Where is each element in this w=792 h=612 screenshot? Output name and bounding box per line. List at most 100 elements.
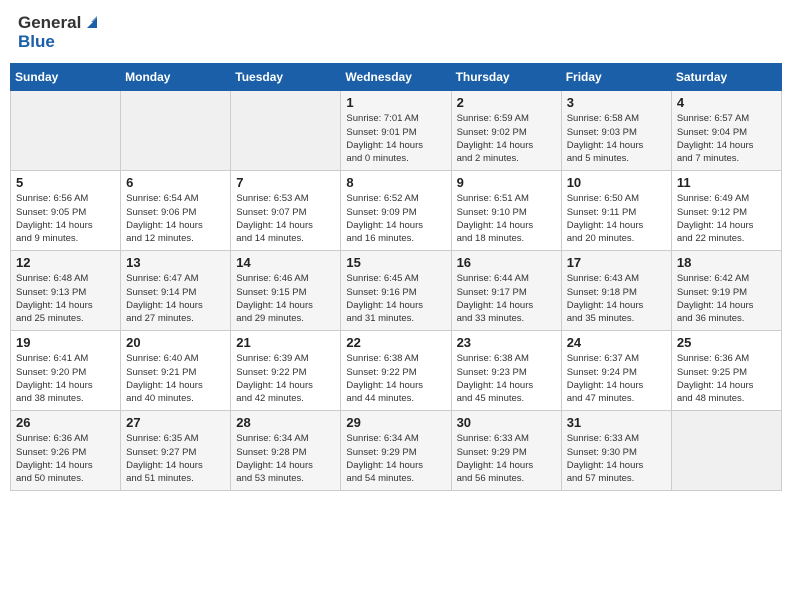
day-info: Sunrise: 6:49 AMSunset: 9:12 PMDaylight:…	[677, 192, 776, 245]
day-info: Sunrise: 6:38 AMSunset: 9:23 PMDaylight:…	[457, 352, 556, 405]
day-info: Sunrise: 6:37 AMSunset: 9:24 PMDaylight:…	[567, 352, 666, 405]
day-header-monday: Monday	[121, 64, 231, 91]
day-number: 21	[236, 335, 335, 350]
calendar-cell: 1 Sunrise: 7:01 AMSunset: 9:01 PMDaylight…	[341, 91, 451, 171]
day-info: Sunrise: 6:54 AMSunset: 9:06 PMDaylight:…	[126, 192, 225, 245]
calendar-cell: 22Sunrise: 6:38 AMSunset: 9:22 PMDayligh…	[341, 331, 451, 411]
calendar-cell: 31 Sunrise: 6:33 AMSunset: 9:30 PMDayligh…	[561, 411, 671, 491]
calendar-cell	[671, 411, 781, 491]
day-number: 23	[457, 335, 556, 350]
day-number: 5	[16, 175, 115, 190]
day-number: 1	[346, 95, 445, 110]
calendar-cell: 27Sunrise: 6:35 AMSunset: 9:27 PMDayligh…	[121, 411, 231, 491]
day-info: Sunrise: 6:47 AMSunset: 9:14 PMDaylight:…	[126, 272, 225, 325]
calendar-cell: 21 Sunrise: 6:39 AMSunset: 9:22 PMDayligh…	[231, 331, 341, 411]
calendar-cell: 20 Sunrise: 6:40 AMSunset: 9:21 PMDayligh…	[121, 331, 231, 411]
logo-text: General Blue	[18, 14, 101, 51]
calendar-cell: 24 Sunrise: 6:37 AMSunset: 9:24 PMDayligh…	[561, 331, 671, 411]
day-info: Sunrise: 6:33 AMSunset: 9:29 PMDaylight:…	[457, 432, 556, 485]
day-number: 20	[126, 335, 225, 350]
logo-triangle-icon	[83, 14, 101, 32]
day-info: Sunrise: 6:36 AMSunset: 9:26 PMDaylight:…	[16, 432, 115, 485]
day-number: 2	[457, 95, 556, 110]
calendar-cell: 18 Sunrise: 6:42 AMSunset: 9:19 PMDayligh…	[671, 251, 781, 331]
calendar-cell: 19Sunrise: 6:41 AMSunset: 9:20 PMDayligh…	[11, 331, 121, 411]
day-info: Sunrise: 6:42 AMSunset: 9:19 PMDaylight:…	[677, 272, 776, 325]
day-number: 24	[567, 335, 666, 350]
day-number: 12	[16, 255, 115, 270]
day-header-friday: Friday	[561, 64, 671, 91]
day-info: Sunrise: 6:46 AMSunset: 9:15 PMDaylight:…	[236, 272, 335, 325]
calendar-cell: 10 Sunrise: 6:50 AMSunset: 9:11 PMDayligh…	[561, 171, 671, 251]
day-info: Sunrise: 6:56 AMSunset: 9:05 PMDaylight:…	[16, 192, 115, 245]
calendar-cell: 7Sunrise: 6:53 AMSunset: 9:07 PMDaylight…	[231, 171, 341, 251]
day-info: Sunrise: 6:39 AMSunset: 9:22 PMDaylight:…	[236, 352, 335, 405]
day-info: Sunrise: 6:36 AMSunset: 9:25 PMDaylight:…	[677, 352, 776, 405]
day-number: 8	[346, 175, 445, 190]
day-number: 17	[567, 255, 666, 270]
day-header-wednesday: Wednesday	[341, 64, 451, 91]
calendar-cell: 11 Sunrise: 6:49 AMSunset: 9:12 PMDayligh…	[671, 171, 781, 251]
day-number: 27	[126, 415, 225, 430]
day-number: 28	[236, 415, 335, 430]
calendar-cell: 12 Sunrise: 6:48 AMSunset: 9:13 PMDayligh…	[11, 251, 121, 331]
calendar-cell: 15 Sunrise: 6:45 AMSunset: 9:16 PMDayligh…	[341, 251, 451, 331]
logo: General Blue	[18, 14, 101, 51]
day-number: 3	[567, 95, 666, 110]
day-number: 16	[457, 255, 556, 270]
day-header-tuesday: Tuesday	[231, 64, 341, 91]
day-info: Sunrise: 6:33 AMSunset: 9:30 PMDaylight:…	[567, 432, 666, 485]
day-number: 4	[677, 95, 776, 110]
day-info: Sunrise: 6:50 AMSunset: 9:11 PMDaylight:…	[567, 192, 666, 245]
day-number: 25	[677, 335, 776, 350]
day-info: Sunrise: 6:48 AMSunset: 9:13 PMDaylight:…	[16, 272, 115, 325]
day-number: 26	[16, 415, 115, 430]
day-number: 13	[126, 255, 225, 270]
calendar-header-row: SundayMondayTuesdayWednesdayThursdayFrid…	[11, 64, 782, 91]
calendar-cell: 13 Sunrise: 6:47 AMSunset: 9:14 PMDayligh…	[121, 251, 231, 331]
calendar-cell: 14 Sunrise: 6:46 AMSunset: 9:15 PMDayligh…	[231, 251, 341, 331]
day-info: Sunrise: 6:34 AMSunset: 9:28 PMDaylight:…	[236, 432, 335, 485]
day-info: Sunrise: 6:53 AMSunset: 9:07 PMDaylight:…	[236, 192, 335, 245]
calendar-week-row: 19Sunrise: 6:41 AMSunset: 9:20 PMDayligh…	[11, 331, 782, 411]
day-info: Sunrise: 7:01 AMSunset: 9:01 PMDaylight:…	[346, 112, 445, 165]
day-info: Sunrise: 6:41 AMSunset: 9:20 PMDaylight:…	[16, 352, 115, 405]
calendar-week-row: 1 Sunrise: 7:01 AMSunset: 9:01 PMDaylight…	[11, 91, 782, 171]
calendar-cell	[231, 91, 341, 171]
day-info: Sunrise: 6:44 AMSunset: 9:17 PMDaylight:…	[457, 272, 556, 325]
calendar-cell: 16 Sunrise: 6:44 AMSunset: 9:17 PMDayligh…	[451, 251, 561, 331]
calendar-cell: 23 Sunrise: 6:38 AMSunset: 9:23 PMDayligh…	[451, 331, 561, 411]
day-info: Sunrise: 6:34 AMSunset: 9:29 PMDaylight:…	[346, 432, 445, 485]
day-number: 31	[567, 415, 666, 430]
calendar-cell: 3Sunrise: 6:58 AMSunset: 9:03 PMDaylight…	[561, 91, 671, 171]
calendar-cell	[11, 91, 121, 171]
day-number: 18	[677, 255, 776, 270]
calendar-cell: 4 Sunrise: 6:57 AMSunset: 9:04 PMDaylight…	[671, 91, 781, 171]
calendar-cell: 5 Sunrise: 6:56 AMSunset: 9:05 PMDaylight…	[11, 171, 121, 251]
day-info: Sunrise: 6:52 AMSunset: 9:09 PMDaylight:…	[346, 192, 445, 245]
day-info: Sunrise: 6:59 AMSunset: 9:02 PMDaylight:…	[457, 112, 556, 165]
day-number: 29	[346, 415, 445, 430]
day-info: Sunrise: 6:57 AMSunset: 9:04 PMDaylight:…	[677, 112, 776, 165]
calendar-week-row: 12 Sunrise: 6:48 AMSunset: 9:13 PMDayligh…	[11, 251, 782, 331]
calendar-cell: 30 Sunrise: 6:33 AMSunset: 9:29 PMDayligh…	[451, 411, 561, 491]
calendar-cell: 2 Sunrise: 6:59 AMSunset: 9:02 PMDaylight…	[451, 91, 561, 171]
day-number: 10	[567, 175, 666, 190]
calendar-week-row: 5 Sunrise: 6:56 AMSunset: 9:05 PMDaylight…	[11, 171, 782, 251]
day-number: 30	[457, 415, 556, 430]
day-info: Sunrise: 6:38 AMSunset: 9:22 PMDaylight:…	[346, 352, 445, 405]
day-info: Sunrise: 6:51 AMSunset: 9:10 PMDaylight:…	[457, 192, 556, 245]
calendar-cell: 17Sunrise: 6:43 AMSunset: 9:18 PMDayligh…	[561, 251, 671, 331]
day-header-saturday: Saturday	[671, 64, 781, 91]
day-number: 15	[346, 255, 445, 270]
day-info: Sunrise: 6:40 AMSunset: 9:21 PMDaylight:…	[126, 352, 225, 405]
day-number: 9	[457, 175, 556, 190]
day-number: 11	[677, 175, 776, 190]
calendar-cell: 28 Sunrise: 6:34 AMSunset: 9:28 PMDayligh…	[231, 411, 341, 491]
day-number: 14	[236, 255, 335, 270]
day-number: 6	[126, 175, 225, 190]
page-header: General Blue	[10, 10, 782, 55]
calendar-cell: 25 Sunrise: 6:36 AMSunset: 9:25 PMDayligh…	[671, 331, 781, 411]
day-header-thursday: Thursday	[451, 64, 561, 91]
day-info: Sunrise: 6:45 AMSunset: 9:16 PMDaylight:…	[346, 272, 445, 325]
